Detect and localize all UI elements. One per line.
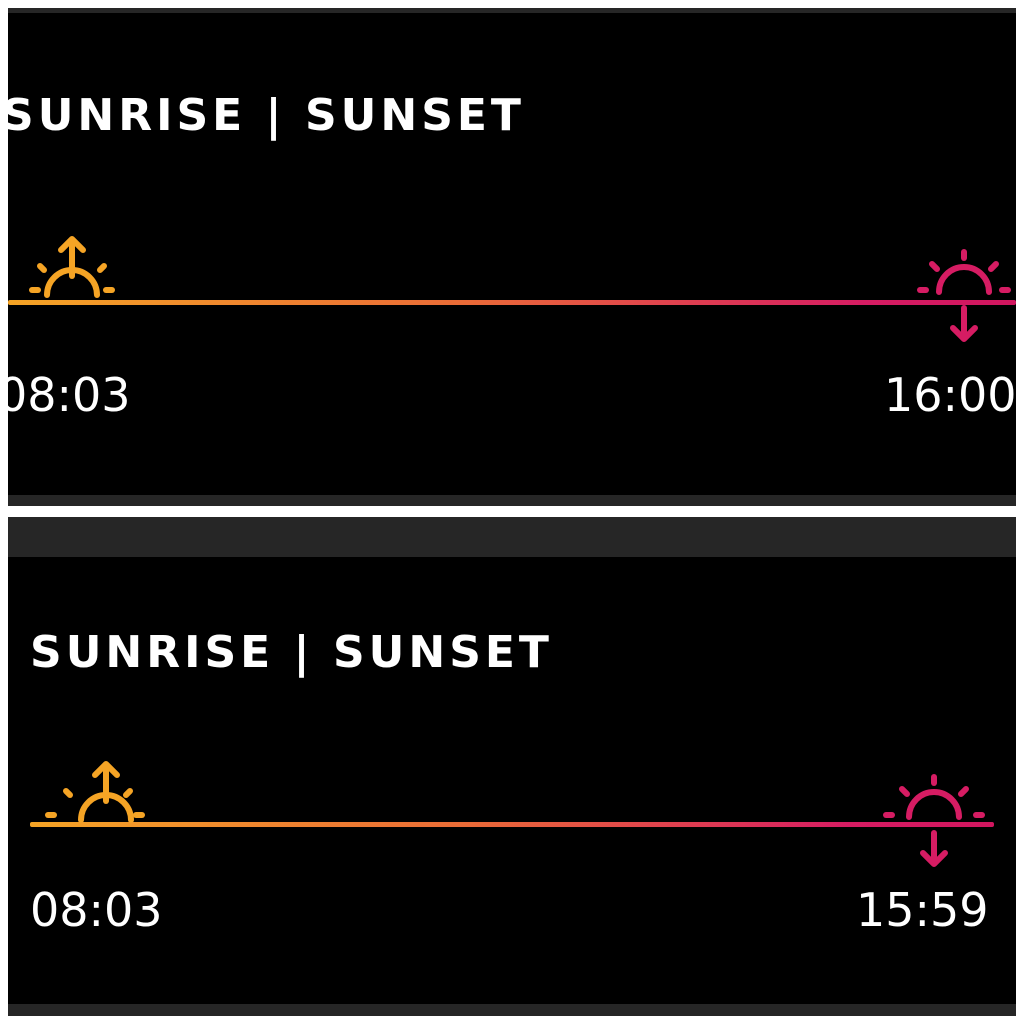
sunset-icon xyxy=(917,249,1011,342)
bottom-edge-band xyxy=(8,1004,1016,1016)
card-title: SUNRISE | SUNSET xyxy=(30,627,553,678)
top-edge-band xyxy=(8,8,1016,13)
sunrise-icon xyxy=(45,761,145,823)
sunset-time: 16:00 xyxy=(884,368,1016,422)
daylight-timeline xyxy=(8,300,1016,305)
sunset-time: 15:59 xyxy=(856,883,989,937)
top-edge-band xyxy=(8,517,1016,557)
card-title: SUNRISE | SUNSET xyxy=(8,90,525,141)
daylight-timeline xyxy=(30,822,994,827)
sunrise-time: 08:03 xyxy=(30,883,163,937)
bottom-edge-band xyxy=(8,495,1016,506)
sunset-icon xyxy=(883,774,985,867)
sunrise-icon xyxy=(29,236,115,298)
sunrise-sunset-card-bottom: SUNRISE | SUNSET 08:03 15:59 xyxy=(8,517,1016,1016)
sunrise-sunset-card-top: SUNRISE | SUNSET 08:03 16:00 xyxy=(8,8,1016,506)
screenshot-collage: SUNRISE | SUNSET 08:03 16:00 SUNRISE | S… xyxy=(0,0,1024,1024)
sunrise-time: 08:03 xyxy=(8,368,131,422)
